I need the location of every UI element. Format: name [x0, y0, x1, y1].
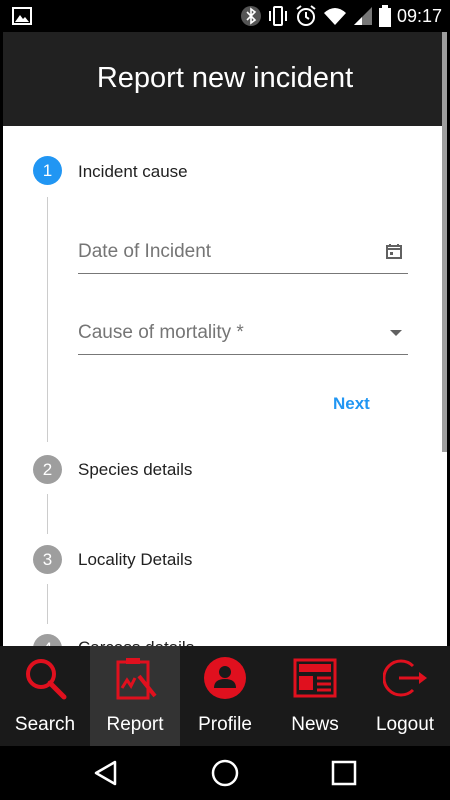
- step-3-label[interactable]: Locality Details: [78, 550, 192, 570]
- signal-icon: [353, 7, 372, 25]
- search-icon: [26, 659, 67, 700]
- news-icon: [293, 658, 337, 698]
- nav-report[interactable]: Report: [90, 646, 180, 746]
- nav-logout-label: Logout: [375, 714, 435, 735]
- nav-search[interactable]: Search: [0, 646, 90, 746]
- page-title: Report new incident: [96, 62, 354, 94]
- nav-logout[interactable]: Logout: [360, 646, 450, 746]
- step-connector: [47, 197, 48, 442]
- nav-profile[interactable]: Profile: [180, 646, 270, 746]
- back-icon[interactable]: [93, 760, 119, 786]
- report-screen: Report new incident 1 Incident cause Dat…: [3, 32, 447, 646]
- gallery-notification-icon: [12, 7, 32, 25]
- system-navigation-bar: [0, 746, 450, 800]
- step-4-label[interactable]: Carcass details: [78, 638, 194, 646]
- calendar-icon[interactable]: [386, 243, 402, 259]
- step-1-indicator[interactable]: 1: [33, 156, 62, 185]
- logout-icon: [383, 659, 427, 697]
- scrollbar[interactable]: [442, 32, 447, 452]
- step-4-indicator[interactable]: 4: [33, 634, 62, 646]
- alarm-icon: [296, 5, 316, 26]
- nav-search-label: Search: [14, 714, 76, 735]
- step-2-indicator[interactable]: 2: [33, 455, 62, 484]
- wifi-icon: [323, 8, 346, 25]
- home-icon[interactable]: [211, 759, 239, 787]
- date-of-incident-placeholder: Date of Incident: [78, 241, 212, 262]
- report-icon: [116, 658, 157, 700]
- step-1-label[interactable]: Incident cause: [78, 162, 188, 182]
- step-connector: [47, 584, 48, 624]
- nav-news[interactable]: News: [270, 646, 360, 746]
- cause-of-mortality-select[interactable]: Cause of mortality *: [78, 318, 408, 355]
- date-of-incident-field[interactable]: Date of Incident: [78, 237, 408, 274]
- app-bar: Report new incident: [3, 32, 447, 126]
- cause-of-mortality-placeholder: Cause of mortality *: [78, 322, 244, 343]
- dropdown-arrow-icon: [390, 330, 402, 336]
- recent-apps-icon[interactable]: [331, 760, 357, 786]
- step-3-indicator[interactable]: 3: [33, 545, 62, 574]
- battery-icon: [378, 5, 391, 27]
- nav-report-label: Report: [106, 714, 164, 735]
- step-2-label[interactable]: Species details: [78, 460, 192, 480]
- bottom-navigation: Search Report Profile News Logout: [0, 646, 450, 746]
- next-button[interactable]: Next: [325, 390, 378, 418]
- nav-profile-label: Profile: [198, 714, 252, 735]
- step-connector: [47, 494, 48, 534]
- vibrate-icon: [268, 6, 287, 26]
- bluetooth-icon: [240, 6, 261, 26]
- status-time: 09:17: [396, 5, 442, 26]
- nav-news-label: News: [291, 714, 339, 735]
- status-bar: 09:17: [0, 0, 450, 32]
- profile-icon: [204, 657, 246, 699]
